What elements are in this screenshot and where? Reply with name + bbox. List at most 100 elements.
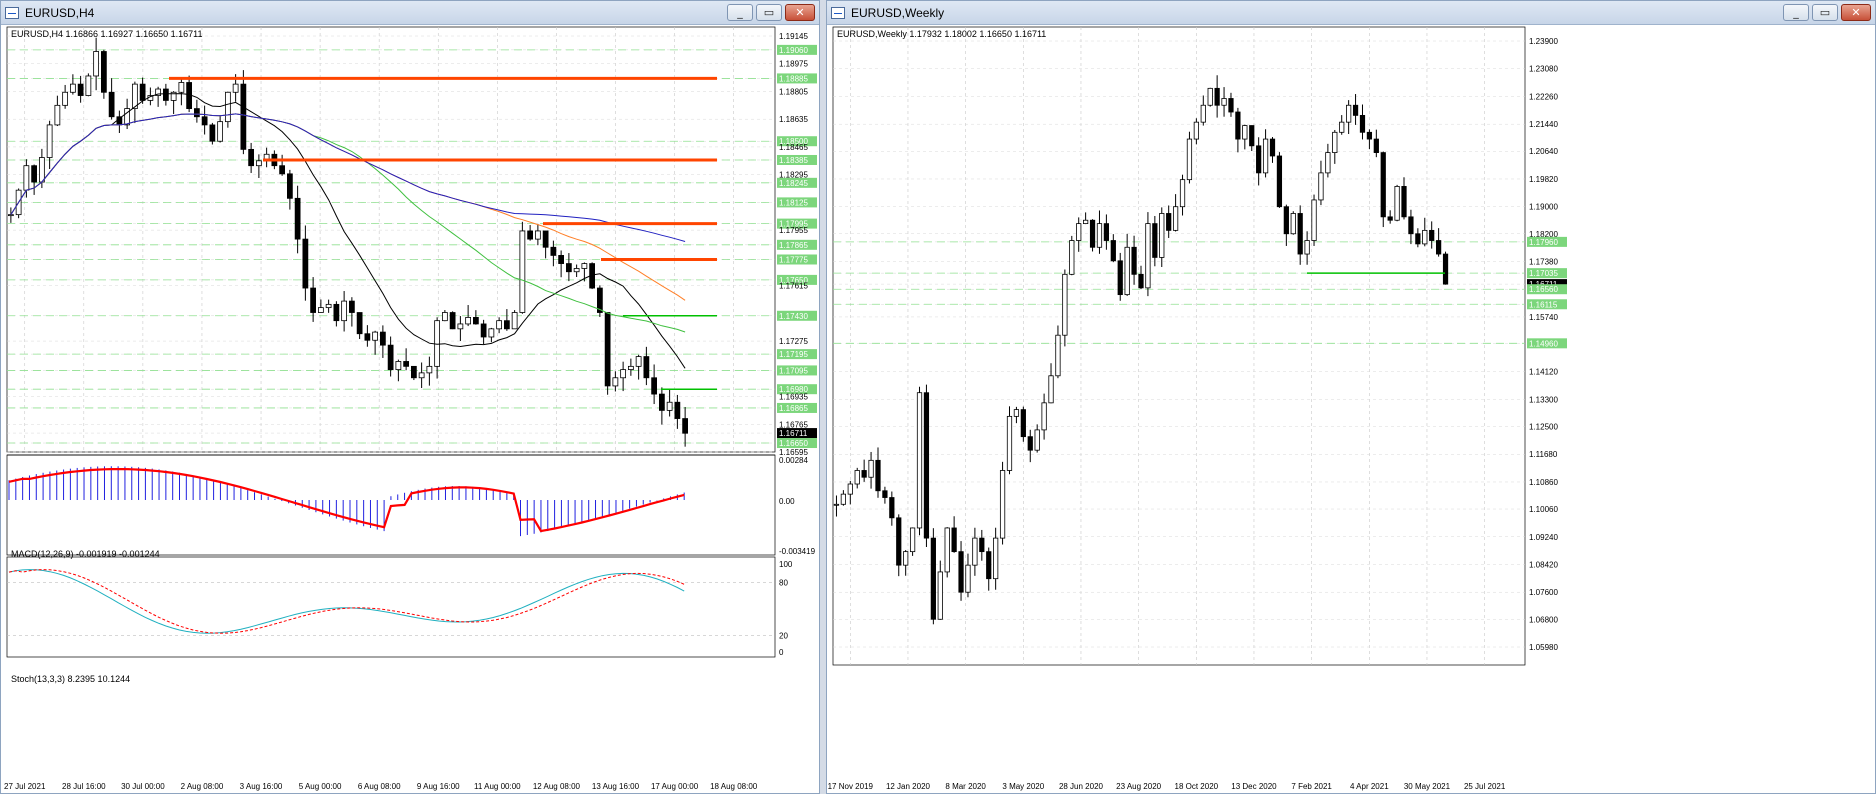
- candle-body: [139, 83, 146, 101]
- stoch-axis-label: 0: [779, 648, 784, 657]
- time-axis-label: 30 May 2021: [1404, 782, 1451, 791]
- candle-body: [1062, 273, 1068, 336]
- candle-body: [372, 331, 379, 341]
- candle-body: [7, 214, 14, 217]
- price-axis-label: 1.08420: [1529, 560, 1558, 569]
- time-axis-label: 17 Nov 2019: [828, 782, 874, 791]
- candle-body: [302, 238, 309, 289]
- candle-body: [1318, 172, 1324, 201]
- candle-body: [889, 497, 895, 519]
- candle-body: [317, 307, 324, 313]
- time-axis-label: 25 Jul 2021: [1464, 782, 1506, 791]
- close-button[interactable]: ✕: [1841, 4, 1871, 21]
- candle-body: [1297, 213, 1303, 255]
- candle-body: [658, 393, 665, 411]
- candle-body: [193, 108, 200, 118]
- minimize-button[interactable]: _: [727, 4, 753, 21]
- candle-body: [162, 88, 169, 101]
- h4-window-titlebar[interactable]: EURUSD,H4 _ ▭ ✕: [1, 1, 819, 25]
- candle-body: [1228, 98, 1234, 113]
- candle-body: [1346, 104, 1352, 123]
- candle-body: [882, 490, 888, 498]
- candle-body: [979, 537, 985, 553]
- candle-body: [627, 365, 634, 371]
- candle-body: [472, 317, 479, 325]
- candle-body: [1394, 186, 1400, 221]
- candle-body: [1373, 138, 1379, 153]
- candle-body: [604, 312, 611, 387]
- candle-body: [294, 197, 301, 240]
- price-axis-label: 1.05980: [1529, 643, 1558, 652]
- candle-body: [434, 320, 441, 367]
- price-axis-label: 1.18245: [779, 179, 808, 188]
- time-axis-label: 13 Dec 2020: [1231, 782, 1277, 791]
- candle-body: [364, 333, 371, 341]
- time-axis-label: 17 Aug 00:00: [651, 782, 699, 791]
- candle-body: [387, 344, 394, 371]
- candle-body: [201, 116, 208, 126]
- price-axis-label: 1.17430: [779, 312, 808, 321]
- candle-body: [85, 75, 92, 96]
- price-axis-label: 1.18635: [779, 115, 808, 124]
- candle-body: [944, 527, 950, 573]
- time-axis-label: 12 Jan 2020: [886, 782, 931, 791]
- candle-body: [1214, 87, 1220, 106]
- time-axis-label: 27 Jul 2021: [4, 782, 46, 791]
- candle-body: [1041, 402, 1047, 431]
- h4-chart-header: EURUSD,H4 1.16866 1.16927 1.16650 1.1671…: [11, 29, 203, 39]
- chart-background: [827, 25, 1875, 793]
- candle-body: [1283, 206, 1289, 235]
- candle-body: [77, 83, 84, 96]
- time-axis-label: 4 Apr 2021: [1350, 782, 1389, 791]
- candle-body: [1159, 213, 1165, 258]
- h4-chart-window[interactable]: EURUSD,H4 _ ▭ ✕ 1.19145 1.19060 1.18975 1.1…: [0, 0, 820, 794]
- candle-body: [23, 165, 30, 191]
- candle-body: [54, 104, 61, 126]
- stoch-axis-label: 100: [779, 560, 793, 569]
- candle-body: [1325, 152, 1331, 174]
- price-axis-label: 1.22260: [1529, 92, 1558, 101]
- candle-body: [565, 263, 572, 273]
- price-axis-label: 1.16935: [779, 393, 808, 402]
- price-axis-label: 1.07600: [1529, 588, 1558, 597]
- price-axis-label: 1.17615: [779, 282, 808, 291]
- weekly-chart-window[interactable]: EURUSD,Weekly _ ▭ ✕ 1.23900 1.23080 1.2226…: [826, 0, 1876, 794]
- price-axis-label: 1.16865: [779, 404, 808, 413]
- price-axis-label: 1.17095: [779, 366, 808, 375]
- time-axis-label: 23 Aug 2020: [1116, 782, 1161, 791]
- chart-window-icon: [831, 6, 845, 19]
- candle-body: [1076, 223, 1082, 241]
- macd-axis-label: 0.00: [779, 497, 795, 506]
- candle-body: [1290, 213, 1296, 235]
- candle-body: [1131, 246, 1137, 275]
- time-axis-label: 30 Jul 00:00: [121, 782, 165, 791]
- price-axis-label: 1.17955: [779, 226, 808, 235]
- time-axis-label: 18 Aug 08:00: [710, 782, 758, 791]
- weekly-window-titlebar[interactable]: EURUSD,Weekly _ ▭ ✕: [827, 1, 1875, 25]
- candle-body: [217, 121, 224, 142]
- candle-body: [108, 91, 115, 118]
- restore-button[interactable]: ▭: [756, 4, 782, 21]
- candle-body: [310, 287, 317, 313]
- time-axis-label: 3 May 2020: [1002, 782, 1044, 791]
- price-axis-label: 1.16115: [1529, 300, 1558, 309]
- price-axis-label: 1.16765: [779, 420, 808, 429]
- weekly-price-chart[interactable]: 1.23900 1.23080 1.22260 1.21440 1.20640 1.198…: [827, 25, 1875, 793]
- candle-body: [279, 165, 286, 175]
- time-axis-label: 3 Aug 16:00: [240, 782, 283, 791]
- candle-body: [240, 83, 247, 150]
- minimize-button[interactable]: _: [1783, 4, 1809, 21]
- candle-body: [1242, 125, 1248, 140]
- candle-body: [916, 392, 923, 529]
- close-button[interactable]: ✕: [785, 4, 815, 21]
- restore-button[interactable]: ▭: [1812, 4, 1838, 21]
- candle-body: [972, 537, 978, 566]
- candle-body: [666, 401, 673, 411]
- price-axis-label: 1.21440: [1529, 120, 1558, 129]
- candle-body: [682, 418, 689, 434]
- candle-body: [861, 470, 867, 478]
- candle-body: [1304, 240, 1310, 255]
- price-axis-label: 1.10060: [1529, 505, 1558, 514]
- candle-body: [519, 230, 526, 313]
- price-axis-label: 1.18465: [779, 143, 808, 152]
